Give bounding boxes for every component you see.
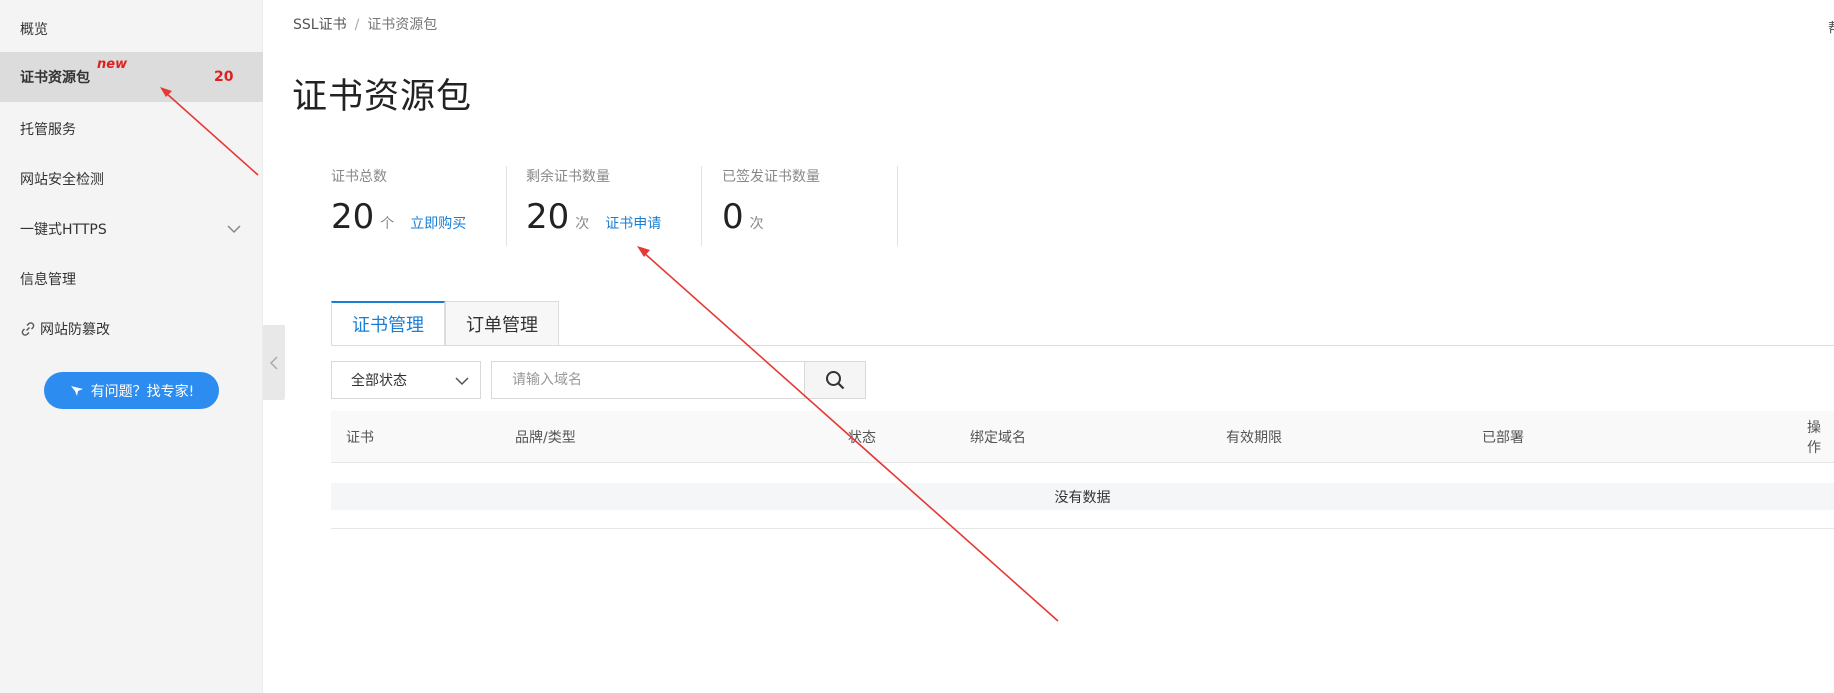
column-header-actions: 操作 (1807, 420, 1821, 456)
tabs-divider (331, 345, 1834, 346)
sidebar-item-hosting[interactable]: 托管服务 (0, 104, 263, 154)
column-header-validity: 有效期限 (1226, 430, 1282, 446)
chevron-down-icon (227, 225, 241, 234)
table-bottom-border (331, 528, 1834, 529)
sidebar-item-label: 网站防篡改 (40, 322, 110, 338)
stat-unit: 次 (749, 216, 764, 232)
sidebar-collapse-handle[interactable] (263, 325, 285, 400)
sidebar-item-one-click-https[interactable]: 一键式HTTPS (0, 204, 263, 254)
sidebar-item-label: 证书资源包 (20, 70, 90, 86)
table-empty-row: 没有数据 (331, 483, 1834, 510)
ask-expert-button[interactable]: 有问题？找专家! (44, 372, 219, 409)
search-icon (826, 371, 845, 390)
chevron-left-icon (269, 355, 278, 370)
app-root: 概览 证书资源包 new 20 托管服务 网站安全检测 一键式HTTPS 信息管… (0, 0, 1834, 693)
column-header-cert: 证书 (346, 430, 374, 446)
sidebar-item-label: 信息管理 (20, 272, 76, 288)
chevron-down-icon (455, 377, 469, 386)
page-title: 证书资源包 (292, 77, 473, 117)
chat-bird-icon (70, 385, 83, 396)
status-filter-value: 全部状态 (351, 373, 407, 389)
stat-unit: 次 (575, 216, 590, 232)
apply-cert-link[interactable]: 证书申请 (605, 213, 661, 233)
stat-remaining: 剩余证书数量 20 次 证书申请 (526, 166, 702, 246)
stat-label: 已签发证书数量 (722, 169, 820, 185)
status-filter-select[interactable]: 全部状态 (331, 361, 481, 399)
top-right-text[interactable]: 帮 (1828, 18, 1834, 38)
column-header-brand: 品牌/类型 (515, 430, 576, 446)
buy-now-link[interactable]: 立即购买 (410, 213, 466, 233)
table-header: 证书 品牌/类型 状态 绑定域名 有效期限 已部署 操作 (331, 411, 1834, 463)
column-header-status: 状态 (848, 430, 876, 446)
breadcrumb: SSL证书 / 证书资源包 (293, 14, 437, 34)
sidebar: 概览 证书资源包 new 20 托管服务 网站安全检测 一键式HTTPS 信息管… (0, 0, 263, 693)
sidebar-item-label: 一键式HTTPS (20, 222, 107, 238)
breadcrumb-separator: / (354, 17, 360, 33)
column-header-domain: 绑定域名 (970, 430, 1026, 446)
sidebar-item-info-manage[interactable]: 信息管理 (0, 254, 263, 304)
sidebar-item-label: 网站安全检测 (20, 172, 104, 188)
tab-cert-management[interactable]: 证书管理 (331, 301, 445, 346)
stat-label: 剩余证书数量 (526, 169, 610, 185)
sidebar-item-tamper-protect[interactable]: 网站防篡改 (0, 304, 263, 354)
search-button[interactable] (804, 361, 866, 399)
stat-issued: 已签发证书数量 0 次 (722, 166, 898, 246)
sidebar-item-label: 托管服务 (20, 122, 76, 138)
stat-value: 20 (526, 197, 570, 237)
column-header-deployed: 已部署 (1482, 430, 1524, 446)
stat-unit: 个 (380, 216, 395, 232)
stat-total: 证书总数 20 个 立即购买 (331, 166, 507, 246)
link-icon (21, 322, 35, 336)
sidebar-item-site-security[interactable]: 网站安全检测 (0, 154, 263, 204)
sidebar-item-cert-package[interactable]: 证书资源包 new 20 (0, 52, 263, 102)
stat-value: 0 (722, 197, 744, 237)
domain-search-input[interactable] (491, 361, 805, 399)
stat-label: 证书总数 (331, 169, 387, 185)
tabs: 证书管理 订单管理 (331, 301, 559, 346)
tab-order-management[interactable]: 订单管理 (445, 301, 559, 346)
sidebar-item-overview[interactable]: 概览 (0, 4, 263, 54)
stat-value: 20 (331, 197, 375, 237)
ask-expert-label: 有问题？找专家! (90, 383, 195, 400)
sidebar-item-label: 概览 (20, 22, 48, 38)
new-badge: new (97, 57, 128, 72)
breadcrumb-current: 证书资源包 (367, 17, 438, 33)
cert-count-badge: 20 (214, 69, 234, 85)
breadcrumb-root[interactable]: SSL证书 (293, 17, 347, 33)
